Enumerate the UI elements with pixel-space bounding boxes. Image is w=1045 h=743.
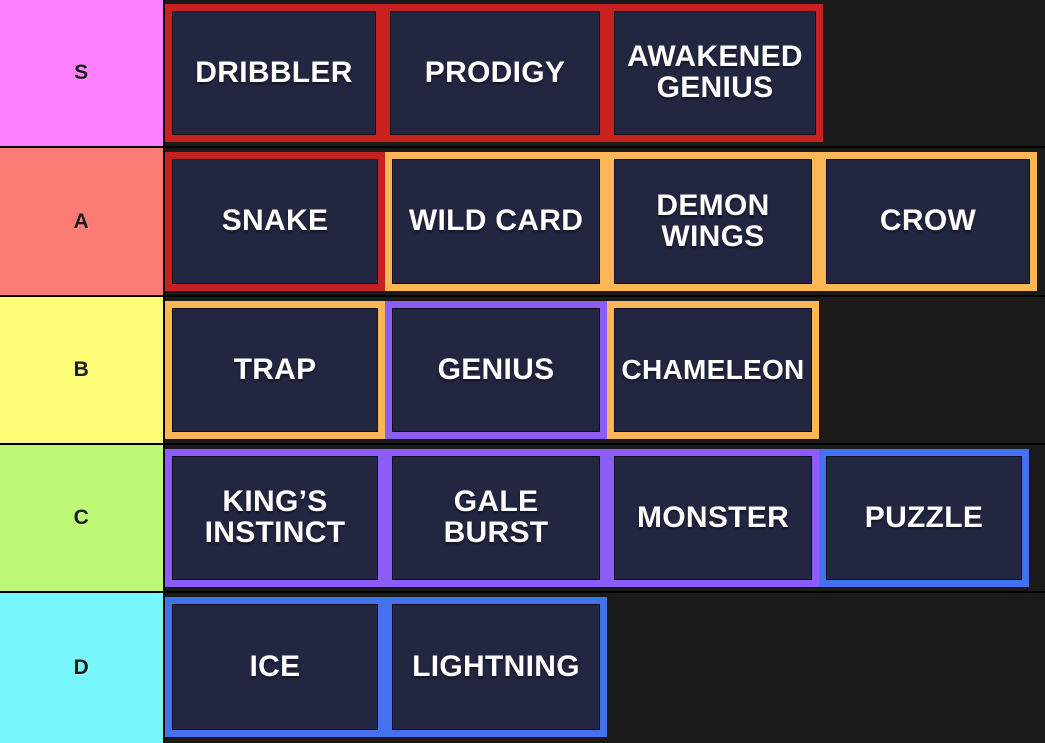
tier-card-label: DEMON WINGS [656, 188, 770, 253]
tier-card-label: CROW [879, 204, 977, 238]
tier-row-c: C KING’S INSTINCT GALE BURST MONSTER PUZZLE [0, 445, 1045, 593]
tier-card-label: LIGHTNING [412, 649, 580, 683]
tier-card[interactable]: GALE BURST [385, 449, 607, 587]
tier-row-a: A SNAKE WILD CARD DEMON WINGS CROW [0, 148, 1045, 297]
tier-card-label: WILD CARD [408, 204, 584, 238]
tier-card[interactable]: WILD CARD [385, 152, 607, 291]
tier-card[interactable]: PUZZLE [819, 449, 1029, 587]
tier-card-label: GENIUS [437, 352, 555, 386]
tier-card[interactable]: AWAKENED GENIUS [607, 4, 823, 142]
tier-card[interactable]: LIGHTNING [385, 597, 607, 737]
tier-card-label: MONSTER [636, 500, 790, 534]
tier-card-label: DRIBBLER [195, 55, 353, 89]
tier-card-label: PRODIGY [424, 55, 566, 89]
tier-card-label: TRAP [233, 352, 317, 386]
tier-row-b: B TRAP GENIUS CHAMELEON [0, 297, 1045, 445]
tier-card[interactable]: DEMON WINGS [607, 152, 819, 291]
tier-card-label: GALE BURST [443, 485, 549, 549]
tier-card-label: SNAKE [221, 204, 329, 238]
tier-items-d: ICE LIGHTNING [165, 593, 1045, 743]
tier-card-label: KING’S INSTINCT [204, 485, 346, 549]
tier-card[interactable]: SNAKE [165, 152, 385, 291]
tier-items-s: DRIBBLER PRODIGY AWAKENED GENIUS [165, 0, 1045, 146]
tier-card[interactable]: CROW [819, 152, 1037, 291]
tier-card[interactable]: MONSTER [607, 449, 819, 587]
tier-card-label: PUZZLE [864, 500, 984, 534]
tier-row-s: S DRIBBLER PRODIGY AWAKENED GENIUS [0, 0, 1045, 148]
tier-card[interactable]: GENIUS [385, 301, 607, 439]
tier-items-b: TRAP GENIUS CHAMELEON [165, 297, 1045, 443]
tier-card[interactable]: ICE [165, 597, 385, 737]
tier-card-label: CHAMELEON [621, 353, 805, 385]
tier-card[interactable]: TRAP [165, 301, 385, 439]
tier-items-c: KING’S INSTINCT GALE BURST MONSTER PUZZLE [165, 445, 1045, 591]
tier-label-d[interactable]: D [0, 593, 165, 743]
tier-card[interactable]: CHAMELEON [607, 301, 819, 439]
tier-label-s[interactable]: S [0, 0, 165, 146]
tier-label-b[interactable]: B [0, 297, 165, 443]
tier-label-c[interactable]: C [0, 445, 165, 591]
tier-card-label: ICE [249, 649, 301, 683]
tier-card[interactable]: PRODIGY [383, 4, 607, 142]
tier-card[interactable]: DRIBBLER [165, 4, 383, 142]
tier-row-d: D ICE LIGHTNING [0, 593, 1045, 743]
tier-list: S DRIBBLER PRODIGY AWAKENED GENIUS A SNAKE WIL… [0, 0, 1045, 743]
tier-items-a: SNAKE WILD CARD DEMON WINGS CROW [165, 148, 1045, 295]
tier-label-a[interactable]: A [0, 148, 165, 295]
tier-card[interactable]: KING’S INSTINCT [165, 449, 385, 587]
tier-card-label: AWAKENED GENIUS [627, 40, 803, 104]
